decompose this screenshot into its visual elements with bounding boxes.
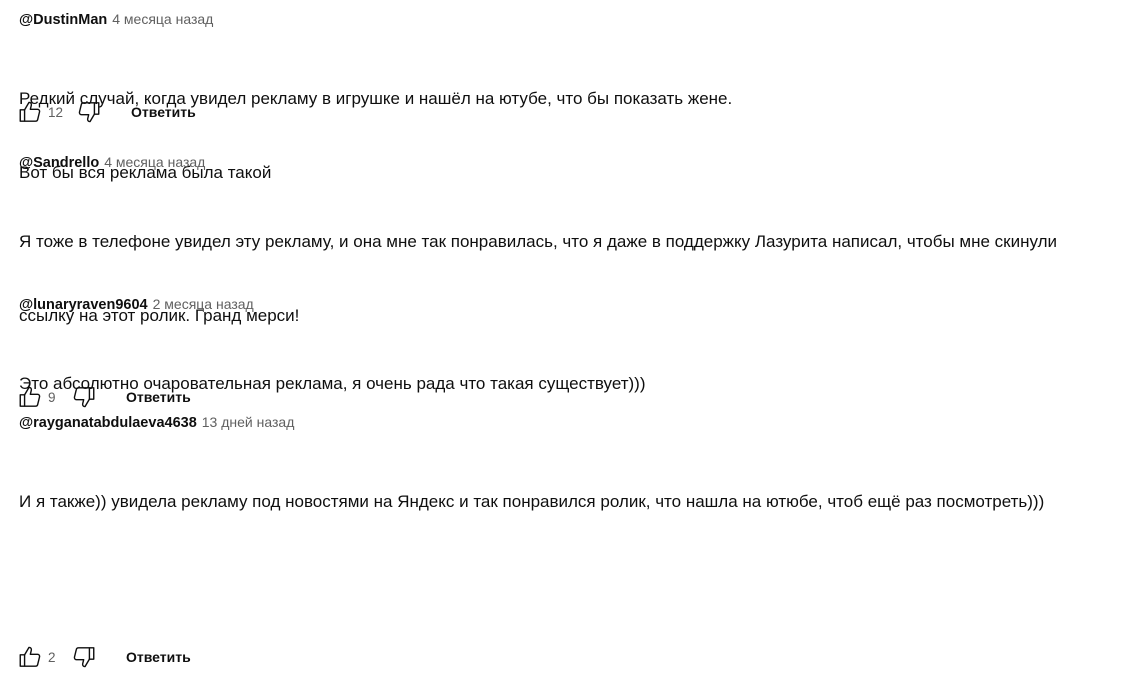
thumb-up-icon — [19, 646, 41, 667]
comment-actions: 2 Ответить — [14, 641, 199, 673]
thumb-down-icon — [73, 647, 95, 668]
comment-author[interactable]: @DustinMan — [19, 12, 107, 28]
like-button[interactable] — [14, 641, 46, 673]
reply-button[interactable]: Ответить — [123, 98, 204, 126]
comment-header: @lunaryraven9604 2 месяца назад — [19, 294, 254, 314]
dislike-button[interactable] — [73, 96, 105, 128]
dislike-button[interactable] — [68, 641, 100, 673]
comment-time[interactable]: 2 месяца назад — [153, 296, 254, 312]
comment-author[interactable]: @lunaryraven9604 — [19, 297, 148, 313]
comment-header: @rayganatabdulaeva4638 13 дней назад — [19, 412, 294, 432]
comments-list: @DustinMan 4 месяца назад Редкий случай, … — [0, 0, 1123, 668]
comment-author[interactable]: @Sandrello — [19, 155, 99, 171]
comment-text: И я также)) увидела рекламу под новостям… — [19, 441, 1114, 564]
comment-time[interactable]: 4 месяца назад — [112, 11, 213, 27]
like-count: 2 — [48, 649, 56, 665]
like-count: 12 — [48, 104, 64, 120]
comment-text-line: Это абсолютно очаровательная реклама, я … — [19, 374, 646, 393]
thumb-down-icon — [78, 102, 100, 123]
comment-time[interactable]: 4 месяца назад — [104, 154, 205, 170]
like-button[interactable] — [14, 96, 46, 128]
comment-text-line: И я также)) увидела рекламу под новостям… — [19, 492, 1045, 511]
comment-actions: 12 Ответить — [14, 96, 204, 128]
comment-text-line: Я тоже в телефоне увидел эту рекламу, и … — [19, 232, 1058, 251]
comment-time[interactable]: 13 дней назад — [202, 414, 295, 430]
comment-header: @DustinMan 4 месяца назад — [19, 9, 213, 29]
reply-button[interactable]: Ответить — [118, 643, 199, 671]
comment-header: @Sandrello 4 месяца назад — [19, 152, 205, 172]
thumb-up-icon — [19, 101, 41, 122]
comment-author[interactable]: @rayganatabdulaeva4638 — [19, 415, 197, 431]
